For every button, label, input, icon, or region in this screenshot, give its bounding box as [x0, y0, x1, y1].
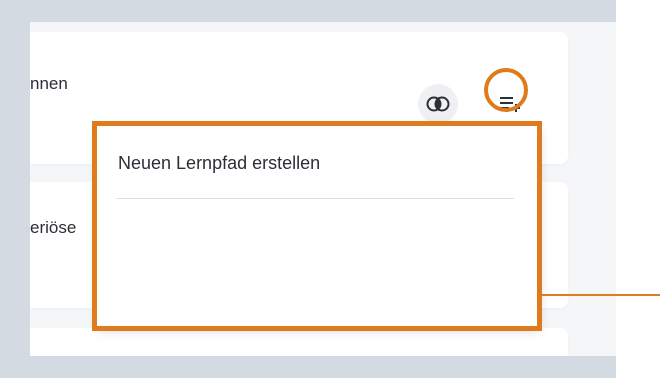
overlap-circles-icon: [426, 96, 450, 112]
page-margin: [616, 0, 664, 378]
highlight-circle: [484, 68, 528, 112]
course-card[interactable]: [30, 328, 568, 356]
course-card-title: eriöse: [30, 218, 77, 237]
callout-line: [542, 294, 660, 296]
course-card-title: nnen: [30, 74, 68, 93]
highlight-box: [92, 121, 542, 331]
compare-button[interactable]: [418, 84, 458, 124]
screenshot-frame: nnen eriöse Neuen Lernpfad erstellen: [0, 0, 664, 378]
